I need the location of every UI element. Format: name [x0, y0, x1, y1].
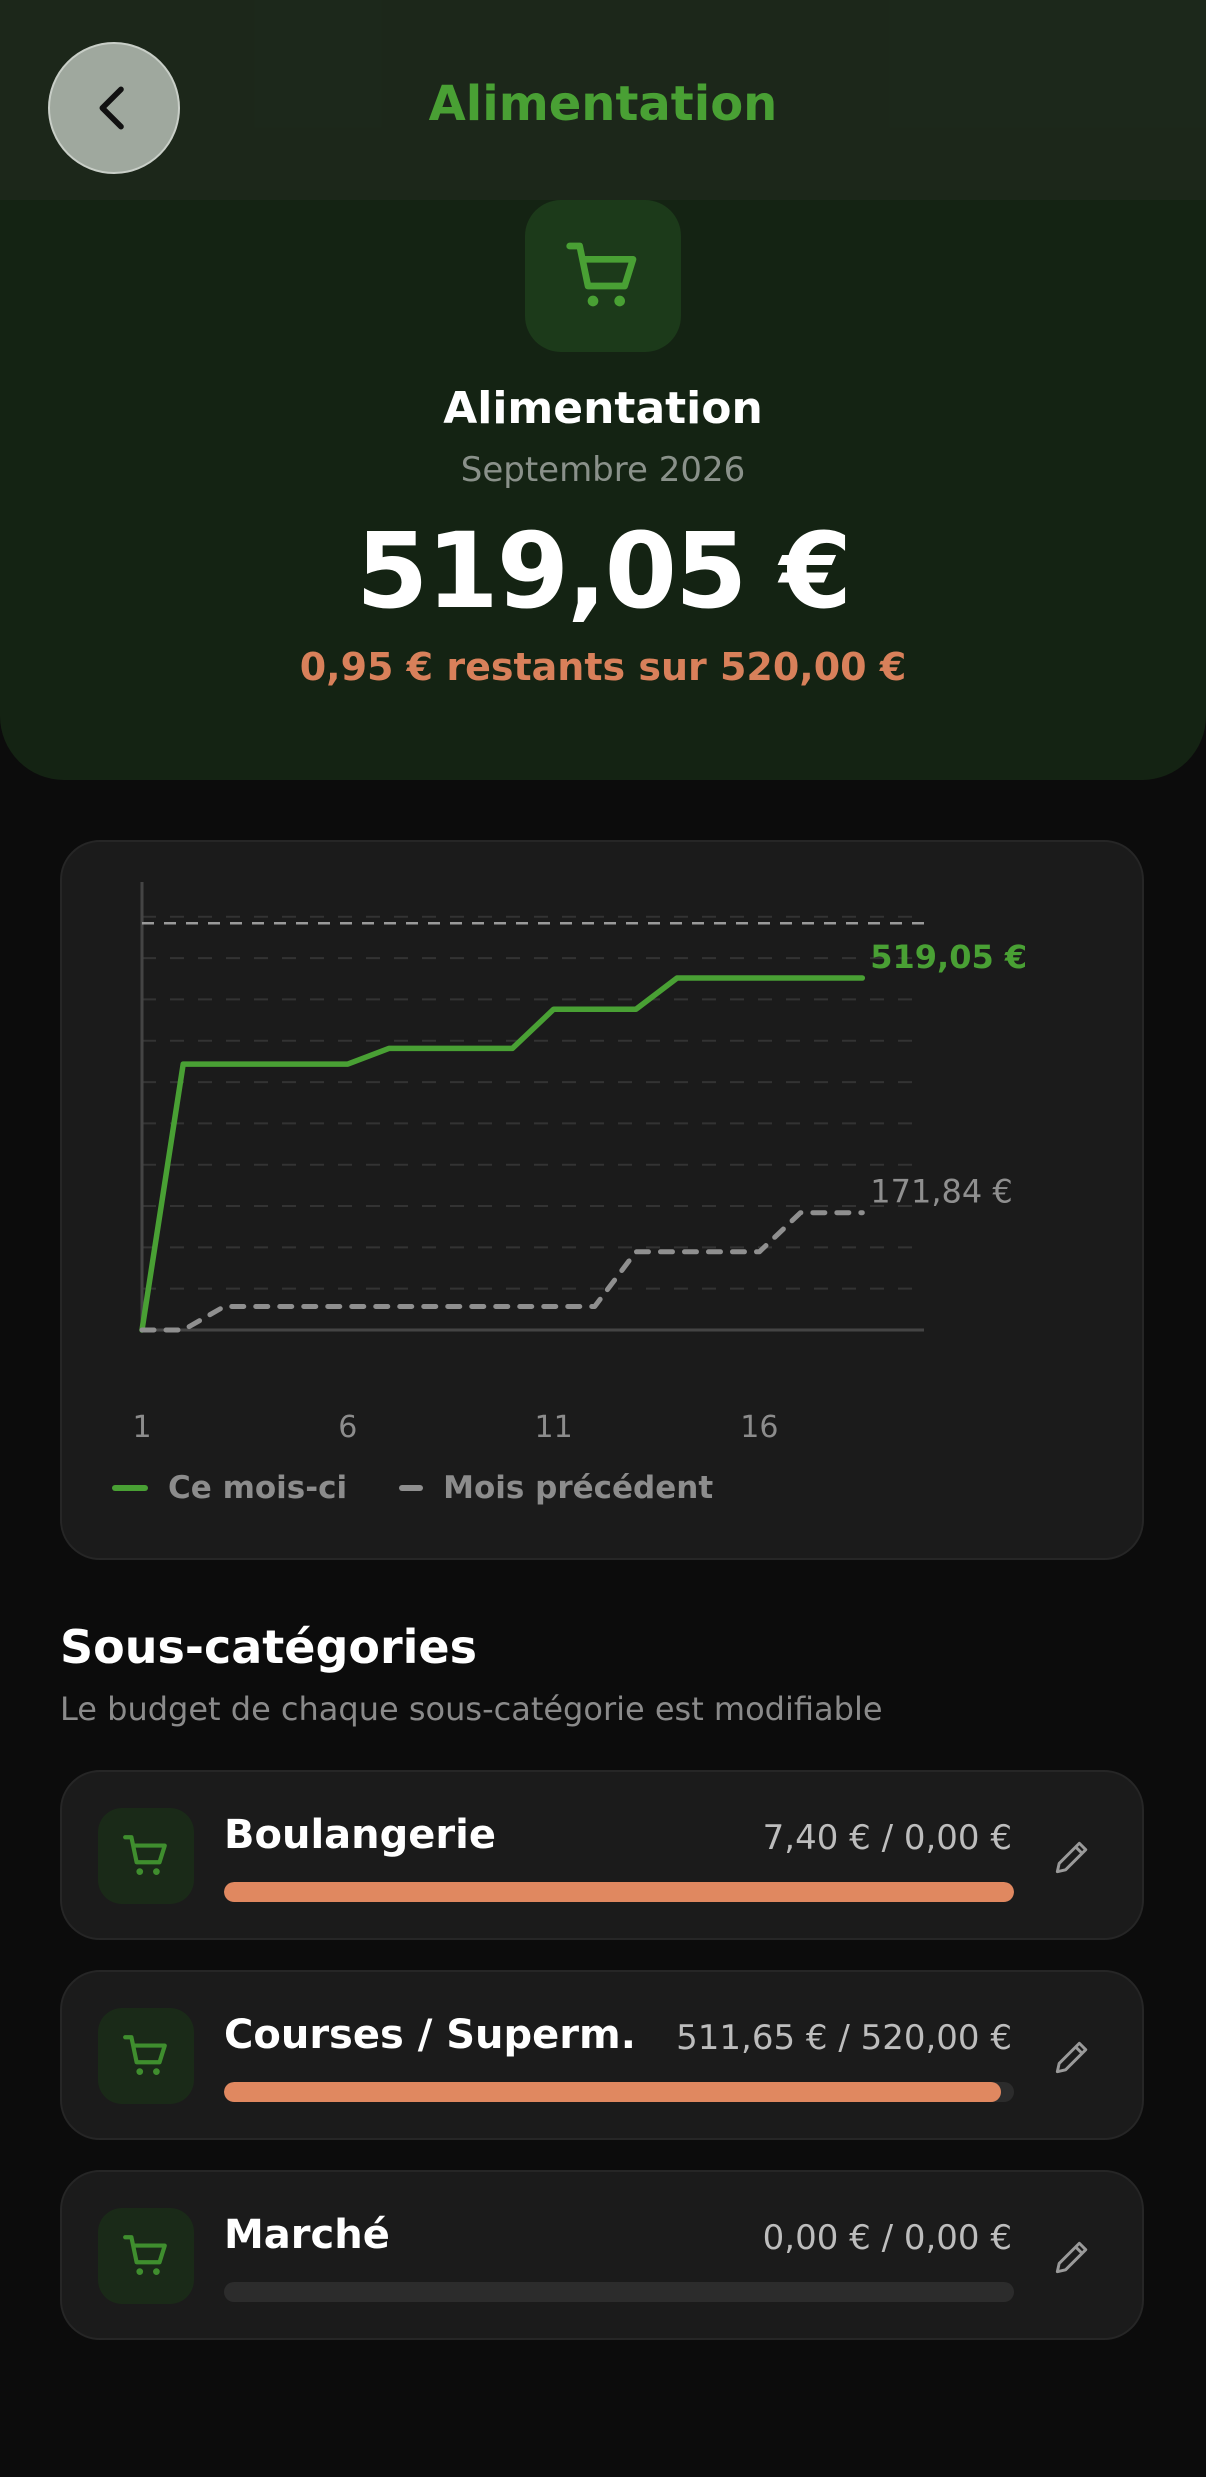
edit-button[interactable] [1042, 2027, 1102, 2087]
edit-button[interactable] [1042, 2227, 1102, 2287]
remaining-budget: 0,95 € restants sur 520,00 € [299, 645, 907, 689]
chart-legend: Ce mois-ci Mois précédent [112, 1470, 713, 1506]
shopping-cart-icon [566, 242, 637, 307]
subcategories-title: Sous-catégories [60, 1620, 478, 1674]
subcategory-card-courses[interactable]: Courses / Superm... 511,65 € / 520,00 € [60, 1970, 1144, 2140]
subcategory-amount: 0,00 € / 0,00 € [762, 2218, 1012, 2258]
subcategory-progress [224, 2082, 1014, 2102]
x-tick-label: 6 [338, 1410, 357, 1445]
legend-current: Ce mois-ci [168, 1470, 348, 1506]
subcategory-progress [224, 2282, 1014, 2302]
shopping-cart-icon [123, 2035, 167, 2075]
subcategory-card-marche[interactable]: Marché 0,00 € / 0,00 € [60, 2170, 1144, 2340]
subcategory-name: Boulangerie [224, 1812, 496, 1858]
x-tick-label: 16 [740, 1410, 778, 1445]
pencil-icon [1055, 1841, 1088, 1874]
subcategory-icon-box [98, 1808, 194, 1904]
subcategory-icon-box [98, 2008, 194, 2104]
subcategories-subtitle: Le budget de chaque sous-catégorie est m… [60, 1690, 883, 1728]
subcategory-progress [224, 1882, 1014, 1902]
legend-swatch-current [112, 1485, 148, 1491]
series-end-label-current: 519,05 € [870, 938, 1027, 976]
spending-chart: 519,05 €171,84 €1 6 11 16 [132, 882, 1027, 1445]
edit-button[interactable] [1042, 1827, 1102, 1887]
pencil-icon [1055, 2241, 1088, 2274]
series-line-current [139, 975, 866, 1333]
total-amount: 519,05 € [356, 510, 852, 632]
shopping-cart-icon [123, 1835, 167, 1875]
category-icon-box [525, 200, 681, 352]
subcategory-progress-fill [224, 1882, 1014, 1902]
subcategory-name: Marché [224, 2212, 390, 2258]
subcategory-card-boulangerie[interactable]: Boulangerie 7,40 € / 0,00 € [60, 1770, 1144, 1940]
subcategory-progress-fill [224, 2082, 1002, 2102]
pencil-icon [1055, 2041, 1088, 2074]
period-label: Septembre 2026 [460, 450, 746, 490]
shopping-cart-icon [123, 2235, 167, 2275]
page-title: Alimentation [428, 76, 778, 132]
subcategory-amount: 511,65 € / 520,00 € [676, 2018, 1012, 2058]
x-tick-label: 1 [132, 1410, 151, 1445]
subcategory-name: Courses / Superm... [224, 2012, 634, 2058]
subcategory-amount: 7,40 € / 0,00 € [762, 1818, 1012, 1858]
series-end-label-previous: 171,84 € [870, 1173, 1013, 1211]
category-name: Alimentation [443, 383, 763, 434]
legend-previous: Mois précédent [443, 1470, 714, 1506]
series-line-previous [139, 1210, 865, 1333]
x-tick-label: 11 [534, 1410, 572, 1445]
spending-chart-card: 519,05 €171,84 €1 6 11 16 Ce mois-ci Mois p… [60, 840, 1144, 1560]
subcategory-icon-box [98, 2208, 194, 2304]
legend-swatch-previous [399, 1485, 424, 1491]
